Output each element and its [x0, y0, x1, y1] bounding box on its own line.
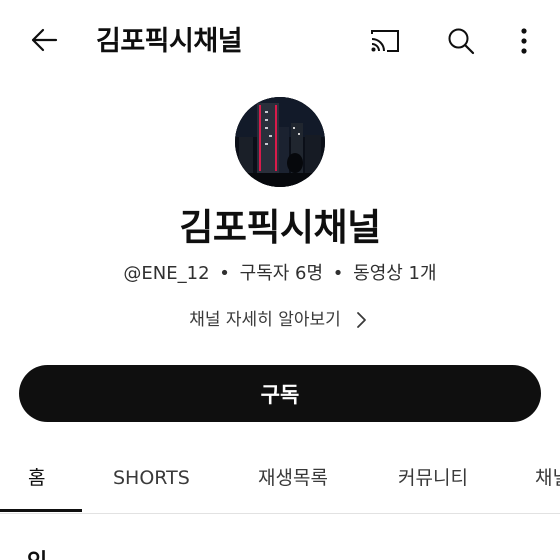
- separator-dot: •: [219, 263, 230, 284]
- search-button[interactable]: [440, 22, 482, 64]
- more-options-button[interactable]: [506, 22, 542, 64]
- tab-home[interactable]: 홈: [28, 442, 45, 514]
- back-button[interactable]: [22, 22, 66, 62]
- subscriber-count: 구독자 6명: [239, 263, 324, 284]
- channel-avatar[interactable]: [235, 97, 325, 187]
- video-count: 동영상 1개: [353, 263, 437, 284]
- separator-dot: •: [332, 263, 344, 284]
- section-heading: 인: [27, 548, 47, 560]
- channel-page: 김포픽시채널 김포픽시채널 @ENE_12 • 구독자 6명 • 동영상 1개 …: [0, 0, 560, 560]
- active-tab-indicator: [0, 509, 82, 512]
- cast-icon: [368, 26, 402, 60]
- cast-button[interactable]: [364, 22, 406, 64]
- tab-playlists[interactable]: 재생목록: [258, 442, 328, 514]
- channel-name: 김포픽시채널: [179, 206, 381, 249]
- about-label: 채널 자세히 알아보기: [189, 310, 341, 330]
- tab-shorts[interactable]: SHORTS: [113, 442, 190, 514]
- channel-about-link[interactable]: 채널 자세히 알아보기: [0, 306, 560, 334]
- page-title: 김포픽시채널: [96, 26, 243, 57]
- channel-handle: @ENE_12: [123, 263, 210, 284]
- subscribe-button[interactable]: 구독: [19, 365, 541, 422]
- tab-community[interactable]: 커뮤니티: [398, 442, 468, 514]
- channel-tabs: 홈 SHORTS 재생목록 커뮤니티 채널: [0, 442, 560, 514]
- search-icon: [446, 26, 476, 60]
- more-vertical-icon: [519, 27, 529, 59]
- top-app-bar: 김포픽시채널: [0, 0, 560, 84]
- tab-channels[interactable]: 채널: [535, 442, 560, 514]
- channel-meta: @ENE_12 • 구독자 6명 • 동영상 1개: [0, 260, 560, 288]
- arrow-left-icon: [29, 25, 59, 59]
- chevron-right-icon: [351, 310, 371, 330]
